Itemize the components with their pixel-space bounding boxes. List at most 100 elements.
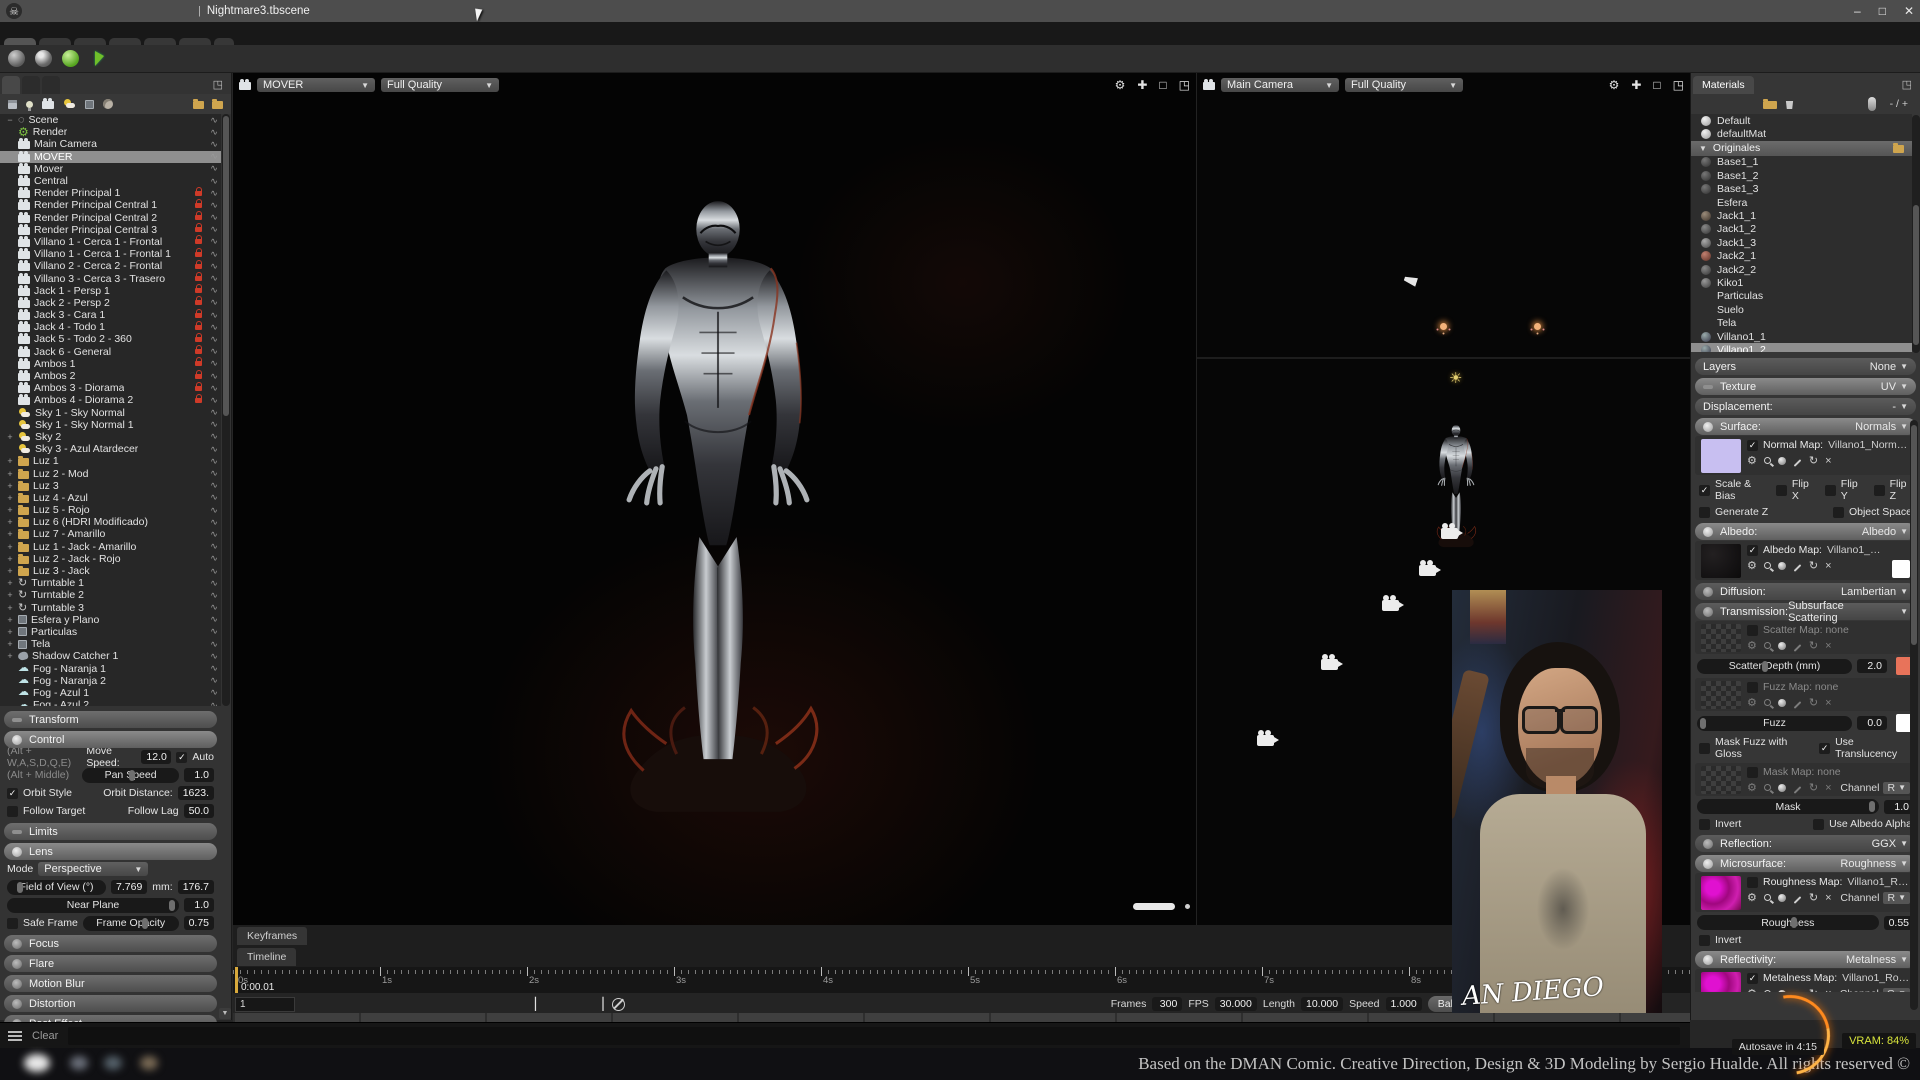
animation-curve-icon[interactable]: ∿ (207, 261, 221, 272)
animation-curve-icon[interactable]: ∿ (207, 127, 221, 138)
animation-curve-icon[interactable]: ∿ (207, 505, 221, 516)
expand-toggle[interactable]: + (6, 627, 14, 637)
scene-tree-row[interactable]: Central ∿ (0, 175, 221, 187)
animation-curve-icon[interactable]: ∿ (207, 480, 221, 491)
follow-target-checkbox[interactable] (7, 805, 18, 817)
normal-map-thumbnail[interactable] (1701, 439, 1741, 473)
fuzz-map-thumbnail[interactable] (1701, 681, 1741, 709)
workspace-tab[interactable] (74, 38, 106, 45)
fuzz-slider[interactable]: Fuzz (1697, 715, 1852, 731)
auto-checkbox[interactable] (176, 751, 188, 763)
material-row[interactable]: Base1_1 (1691, 156, 1912, 169)
orbit-distance-value[interactable]: 1623. (177, 786, 214, 800)
animation-curve-icon[interactable]: ∿ (207, 541, 221, 552)
animation-curve-icon[interactable]: ∿ (207, 626, 221, 637)
mask-slider[interactable]: Mask (1697, 799, 1879, 814)
material-row[interactable]: Jack1_3 (1691, 236, 1912, 249)
scene-tree-row[interactable]: Jack 5 - Todo 2 - 360 ∿ (0, 332, 221, 345)
map-reload-icon[interactable]: ↻ (1809, 781, 1818, 794)
scene-tree-row[interactable]: Villano 1 - Cerca 1 - Frontal 1 ∿ (0, 247, 221, 260)
fuzz-value[interactable]: 0.0 (1857, 716, 1887, 730)
spotlight-object-icon[interactable] (1403, 274, 1418, 287)
map-clear-icon[interactable]: × (1825, 455, 1831, 467)
console-icon[interactable] (8, 1030, 22, 1041)
camera-object-icon[interactable] (1419, 560, 1441, 576)
mask-channel-dropdown[interactable]: R ▼ (1883, 781, 1910, 794)
console-input[interactable] (68, 1026, 1680, 1045)
lock-icon[interactable] (195, 223, 203, 233)
animation-curve-icon[interactable]: ∿ (207, 492, 221, 503)
animation-curve-icon[interactable]: ∿ (207, 419, 221, 430)
viewport2-camera-dropdown[interactable]: Main Camera ▼ (1221, 78, 1339, 92)
microsurface-section-header[interactable]: Microsurface: Roughness ▼ (1695, 855, 1916, 872)
expand-toggle[interactable]: + (6, 456, 14, 466)
fps-value[interactable]: 30.000 (1214, 997, 1257, 1011)
skull-icon[interactable]: ☠ (6, 3, 22, 19)
camera-object-icon[interactable] (1321, 654, 1343, 670)
material-counter[interactable]: - / + (1890, 98, 1908, 110)
scene-tree-row[interactable]: + Luz 3 ∿ (0, 480, 221, 492)
select-tool-icon[interactable] (95, 51, 104, 66)
map-reload-icon[interactable]: ↻ (1809, 639, 1818, 652)
menu-item[interactable] (102, 3, 120, 19)
preview-capsule-icon[interactable] (1868, 97, 1876, 111)
scene-tree-row[interactable]: + Turntable 1 ∿ (0, 577, 221, 589)
metalness-map-thumbnail[interactable] (1701, 972, 1741, 992)
orbit-style-checkbox[interactable] (7, 787, 18, 799)
scene-tree-row[interactable]: Fog - Naranja 1 ∿ (0, 662, 221, 675)
map-preview-icon[interactable] (1777, 989, 1786, 992)
scene-tree-row[interactable]: + Luz 1 - Jack - Amarillo ∿ (0, 541, 221, 553)
animation-curve-icon[interactable]: ∿ (207, 188, 221, 199)
map-clear-icon[interactable]: × (1825, 640, 1831, 652)
map-reload-icon[interactable]: ↻ (1809, 559, 1818, 572)
material-sphere-icon[interactable] (35, 50, 52, 67)
viewport-settings-icon[interactable]: ⚙ (1115, 78, 1126, 92)
scene-tree-row[interactable]: Ambos 1 ∿ (0, 357, 221, 370)
normal-map-checkbox[interactable] (1747, 439, 1758, 451)
albedo-map-checkbox[interactable] (1747, 544, 1758, 556)
scene-tree-row[interactable]: Ambos 3 - Diorama ∿ (0, 381, 221, 394)
map-clear-icon[interactable]: × (1825, 988, 1831, 993)
scene-tree-row[interactable]: + Turntable 3 ∿ (0, 602, 221, 614)
material-row[interactable]: Default (1691, 114, 1912, 127)
roughness-channel-dropdown[interactable]: R ▼ (1883, 891, 1910, 904)
expand-toggle[interactable]: + (6, 615, 14, 625)
animation-curve-icon[interactable]: ∿ (207, 602, 221, 613)
keyframe-track[interactable] (233, 1013, 1690, 1022)
scene-tree-row[interactable]: − Scene ∿ (0, 114, 221, 126)
workspace-tab[interactable] (214, 38, 234, 45)
lock-icon[interactable] (195, 332, 203, 343)
lock-icon[interactable] (195, 296, 203, 306)
material-row[interactable]: Jack1_2 (1691, 223, 1912, 236)
map-reload-icon[interactable]: ↻ (1809, 696, 1818, 709)
scene-tree-row[interactable]: + Luz 7 - Amarillo ∿ (0, 528, 221, 540)
expand-toggle[interactable]: + (6, 603, 14, 613)
lock-icon[interactable] (195, 272, 203, 282)
animation-curve-icon[interactable]: ∿ (207, 639, 221, 650)
map-preview-icon[interactable] (1777, 561, 1786, 570)
displacement-section-header[interactable]: Displacement: - ▼ (1695, 398, 1916, 415)
active-sphere-icon[interactable] (62, 50, 79, 67)
animation-curve-icon[interactable]: ∿ (207, 273, 221, 284)
playhead[interactable] (235, 967, 238, 993)
minimize-button[interactable]: – (1854, 4, 1861, 18)
scene-tree-row[interactable]: + Esfera y Plano ∿ (0, 614, 221, 626)
viewport-maximize-icon[interactable]: □ (1653, 78, 1660, 92)
surface-section-header[interactable]: Surface: Normals ▼ (1695, 418, 1916, 435)
animation-curve-icon[interactable]: ∿ (207, 383, 221, 394)
map-clear-icon[interactable]: × (1825, 782, 1831, 794)
animation-curve-icon[interactable]: ∿ (207, 322, 221, 333)
menu-item[interactable] (48, 3, 66, 19)
lock-icon[interactable] (195, 308, 203, 319)
viewport-split-icon[interactable]: ✚ (1631, 78, 1641, 92)
transform-section-header[interactable]: Transform (4, 711, 217, 728)
scene-tree-row[interactable]: Render Principal Central 3 ∿ (0, 223, 221, 236)
flip-z-checkbox[interactable] (1873, 484, 1885, 496)
near-plane-value[interactable]: 1.0 (184, 898, 214, 912)
workspace-tab[interactable] (39, 38, 71, 45)
collapsed-section-header[interactable]: Focus (4, 935, 217, 952)
scene-tree-row[interactable]: Fog - Naranja 2 ∿ (0, 675, 221, 687)
close-button[interactable]: ✕ (1904, 4, 1914, 18)
undock-panel-icon[interactable]: ◳ (1896, 76, 1918, 94)
fov-value[interactable]: 7.769 (111, 880, 148, 894)
